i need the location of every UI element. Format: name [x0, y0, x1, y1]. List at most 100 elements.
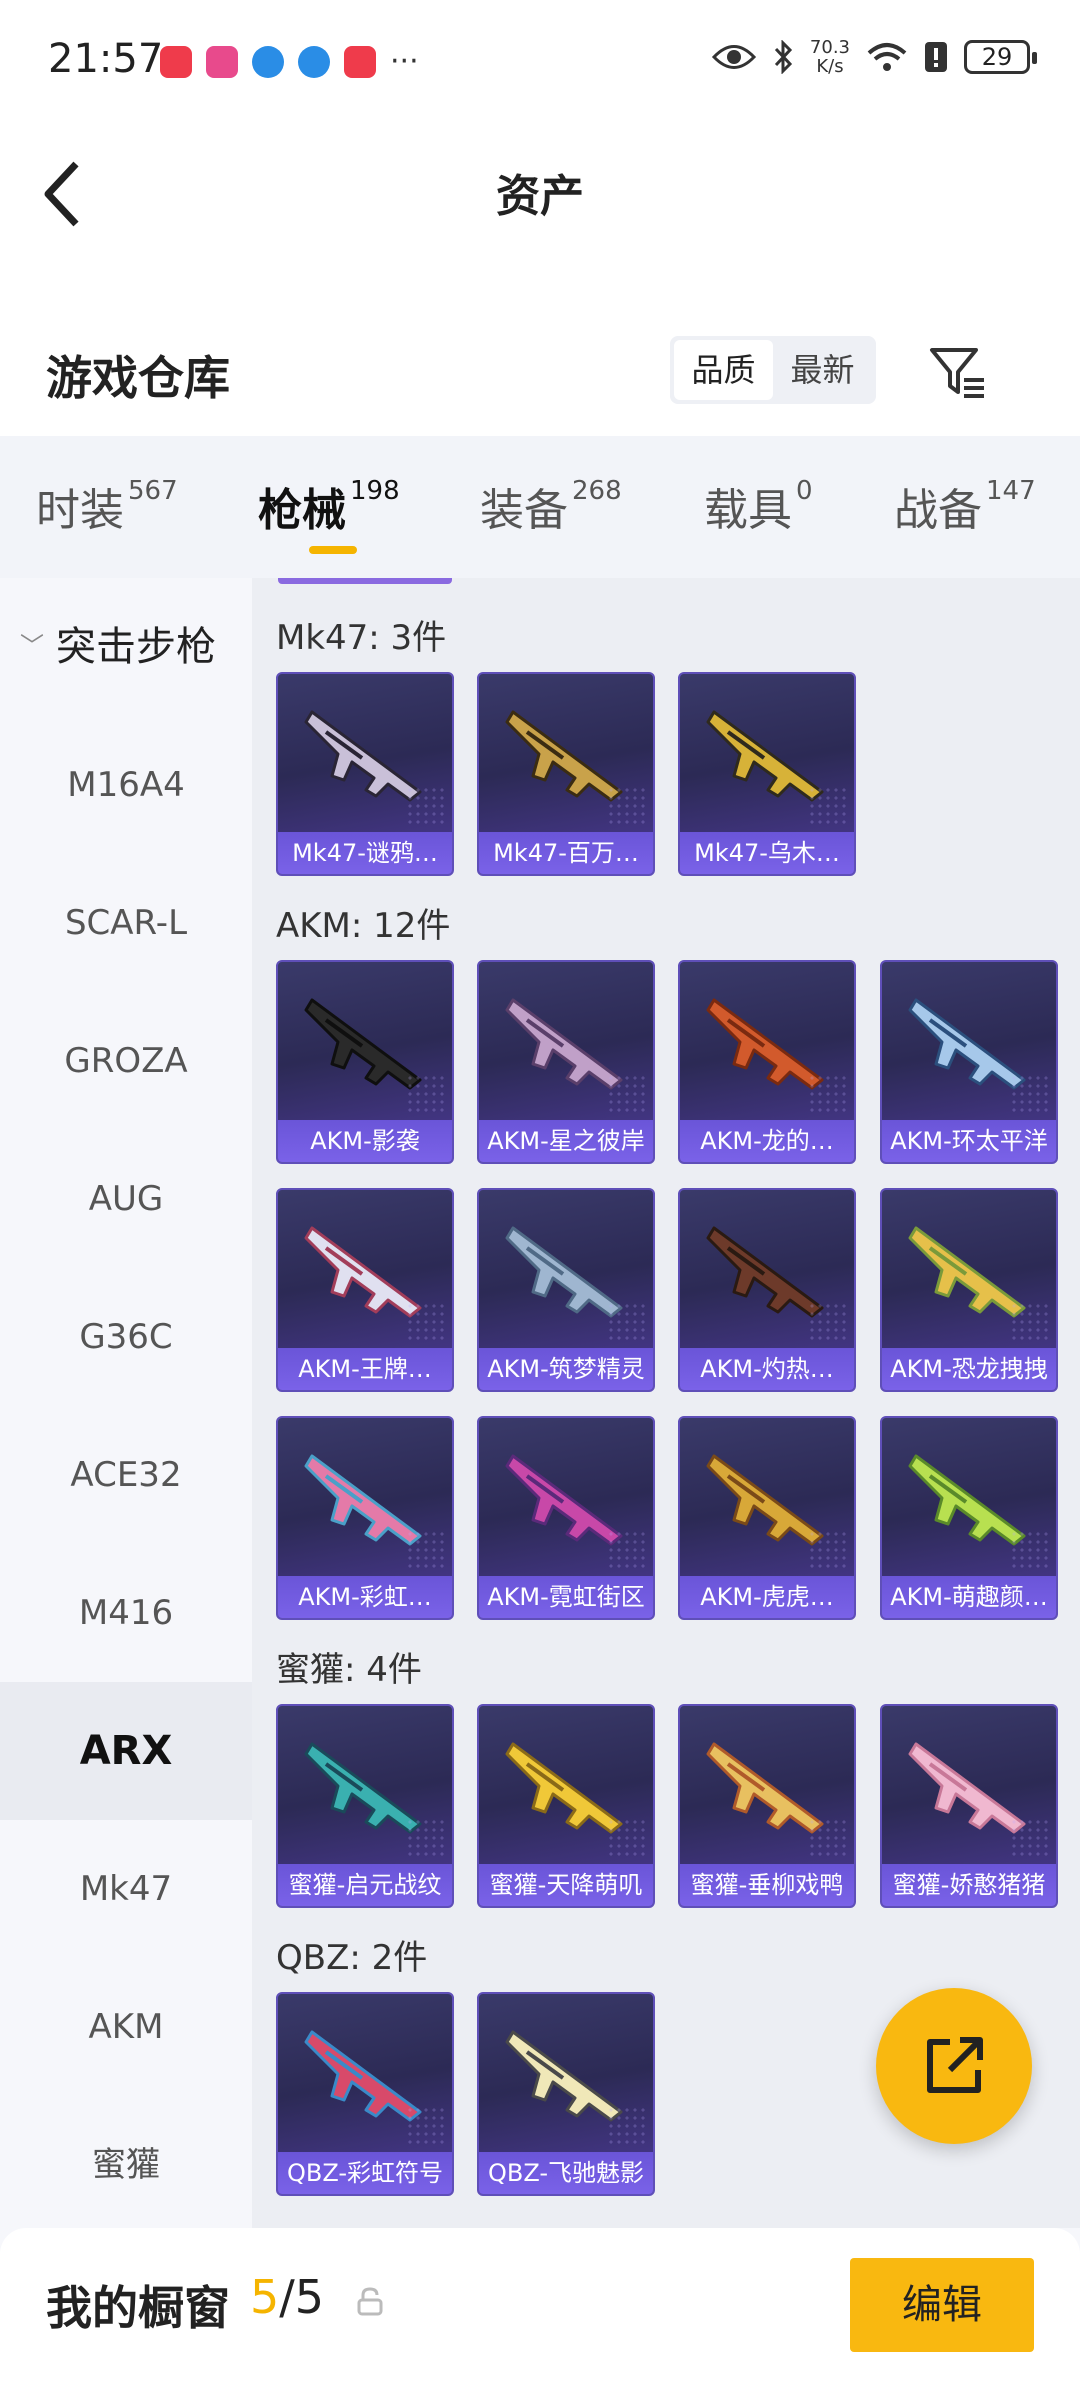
card-pattern [808, 1818, 848, 1858]
share-icon [927, 2037, 983, 2093]
sidebar-item-aug[interactable]: AUG [0, 1130, 252, 1268]
card-pattern [808, 1302, 848, 1342]
tab-combat-gear[interactable]: 战备 147 [894, 474, 1036, 538]
card-pattern [1010, 1818, 1050, 1858]
eye-icon [711, 45, 756, 69]
skin-card[interactable]: AKM-虎虎… [678, 1416, 856, 1620]
skin-card[interactable]: AKM-萌趣颜… [880, 1416, 1058, 1620]
sidebar-item-ace32[interactable]: ACE32 [0, 1406, 252, 1544]
skin-name: AKM-筑梦精灵 [487, 1355, 645, 1383]
more-notifications-icon: ··· [390, 44, 419, 79]
card-pattern [607, 1074, 647, 1114]
skin-name: AKM-龙的… [700, 1127, 834, 1155]
section-title: AKM: 12件 [276, 906, 451, 946]
scroll-indicator [278, 578, 452, 584]
section-title: QBZ: 2件 [276, 1938, 428, 1978]
card-pattern [1010, 1530, 1050, 1570]
skin-card[interactable]: Mk47-乌木… [678, 672, 856, 876]
skin-card[interactable]: Mk47-谜鸦… [276, 672, 454, 876]
active-tab-indicator [309, 546, 357, 554]
skin-name: AKM-王牌… [298, 1355, 432, 1383]
skin-card[interactable]: 蜜獾-垂柳戏鸭 [678, 1704, 856, 1908]
skin-card[interactable]: 蜜獾-启元战纹 [276, 1704, 454, 1908]
skin-card[interactable]: QBZ-飞驰魅影 [477, 1992, 655, 2196]
skin-name: QBZ-彩虹符号 [286, 2159, 444, 2187]
skin-card[interactable]: 蜜獾-天降萌叽 [477, 1704, 655, 1908]
sidebar-item-groza[interactable]: GROZA [0, 992, 252, 1130]
app-header: 资产 [0, 126, 1080, 316]
skin-card[interactable]: AKM-王牌… [276, 1188, 454, 1392]
sort-toggle: 品质 最新 [670, 336, 876, 404]
wifi-icon [867, 43, 907, 71]
skin-card[interactable]: AKM-影袭 [276, 960, 454, 1164]
shopping-app-icon [160, 45, 192, 78]
tab-vehicles[interactable]: 载具 0 [704, 474, 813, 538]
skin-name: AKM-影袭 [310, 1127, 420, 1155]
card-pattern [406, 1302, 446, 1342]
battery-indicator: 29 [964, 40, 1037, 74]
bluetooth-icon [774, 40, 793, 74]
sidebar-item-mk47[interactable]: Mk47 [0, 1820, 252, 1958]
network-speed: 70.3 K/s [809, 37, 850, 77]
status-bar: 21:57 ··· 70.3 K/s 29 [0, 0, 1080, 126]
skin-card[interactable]: 蜜獾-娇憨猪猪 [880, 1704, 1058, 1908]
sidebar-item-akm[interactable]: AKM [0, 1958, 252, 2096]
card-pattern [406, 1818, 446, 1858]
page-title: 资产 [496, 171, 584, 222]
shopping-app-icon [344, 45, 376, 78]
tab-equipment[interactable]: 装备 268 [480, 474, 622, 538]
tab-fashion[interactable]: 时装 567 [36, 474, 178, 538]
sidebar-group-assault-rifles[interactable]: ﹀ 突击步枪 [20, 614, 216, 672]
lock-icon [357, 2287, 383, 2316]
skin-card[interactable]: Mk47-百万… [477, 672, 655, 876]
skin-card[interactable]: AKM-筑梦精灵 [477, 1188, 655, 1392]
sidebar-item-g36c[interactable]: G36C [0, 1268, 252, 1406]
skin-card[interactable]: AKM-恐龙拽拽 [880, 1188, 1058, 1392]
skin-card[interactable]: AKM-霓虹街区 [477, 1416, 655, 1620]
skin-name: Mk47-谜鸦… [292, 839, 438, 867]
filter-icon[interactable] [926, 340, 990, 404]
skin-name: Mk47-百万… [493, 839, 639, 867]
skin-name: AKM-星之彼岸 [487, 1127, 645, 1155]
skin-card[interactable]: AKM-龙的… [678, 960, 856, 1164]
card-pattern [1010, 1302, 1050, 1342]
sidebar-item-honey-badger[interactable]: 蜜獾 [0, 2096, 252, 2234]
chevron-down-icon: ﹀ [20, 631, 44, 660]
sidebar-item-scar-l[interactable]: SCAR-L [0, 854, 252, 992]
skin-card[interactable]: AKM-环太平洋 [880, 960, 1058, 1164]
skin-card[interactable]: QBZ-彩虹符号 [276, 1992, 454, 2196]
browser-app-icon [252, 45, 284, 78]
sidebar-item-m16a4[interactable]: M16A4 [0, 716, 252, 854]
warehouse-header: 游戏仓库 品质 最新 [0, 316, 1080, 436]
status-time: 21:57 [48, 36, 164, 82]
sidebar-item-arx[interactable]: ARX [0, 1682, 252, 1820]
bilibili-app-icon [206, 45, 238, 78]
skin-name: QBZ-飞驰魅影 [487, 2159, 645, 2187]
card-pattern [808, 1530, 848, 1570]
skin-name: AKM-彩虹… [298, 1583, 432, 1611]
section-title: Mk47: 3件 [276, 618, 447, 658]
sidebar-item-m416[interactable]: M416 [0, 1544, 252, 1682]
skin-name: AKM-虎虎… [700, 1583, 834, 1611]
category-tabs: 时装 567 枪械 198 装备 268 载具 0 战备 147 [0, 436, 1080, 578]
card-pattern [808, 786, 848, 826]
skin-card[interactable]: AKM-彩虹… [276, 1416, 454, 1620]
skin-name: 蜜獾-启元战纹 [288, 1871, 442, 1899]
skin-card[interactable]: AKM-星之彼岸 [477, 960, 655, 1164]
sort-quality-button[interactable]: 品质 [674, 340, 773, 400]
share-button[interactable] [876, 1988, 1032, 2144]
card-pattern [607, 1530, 647, 1570]
card-pattern [406, 1074, 446, 1114]
sort-newest-button[interactable]: 最新 [773, 340, 872, 400]
browser-app-icon [298, 45, 330, 78]
skin-name: AKM-霓虹街区 [487, 1583, 645, 1611]
tab-guns[interactable]: 枪械 198 [258, 474, 400, 538]
showcase-count: 5/5 [250, 2270, 325, 2324]
warehouse-title: 游戏仓库 [46, 351, 230, 405]
skin-name: 蜜獾-垂柳戏鸭 [690, 1871, 844, 1899]
edit-button[interactable]: 编辑 [850, 2258, 1034, 2352]
skin-card[interactable]: AKM-灼热… [678, 1188, 856, 1392]
card-pattern [808, 1074, 848, 1114]
skin-name: 蜜獾-娇憨猪猪 [892, 1871, 1046, 1899]
skin-name: AKM-环太平洋 [890, 1127, 1048, 1155]
